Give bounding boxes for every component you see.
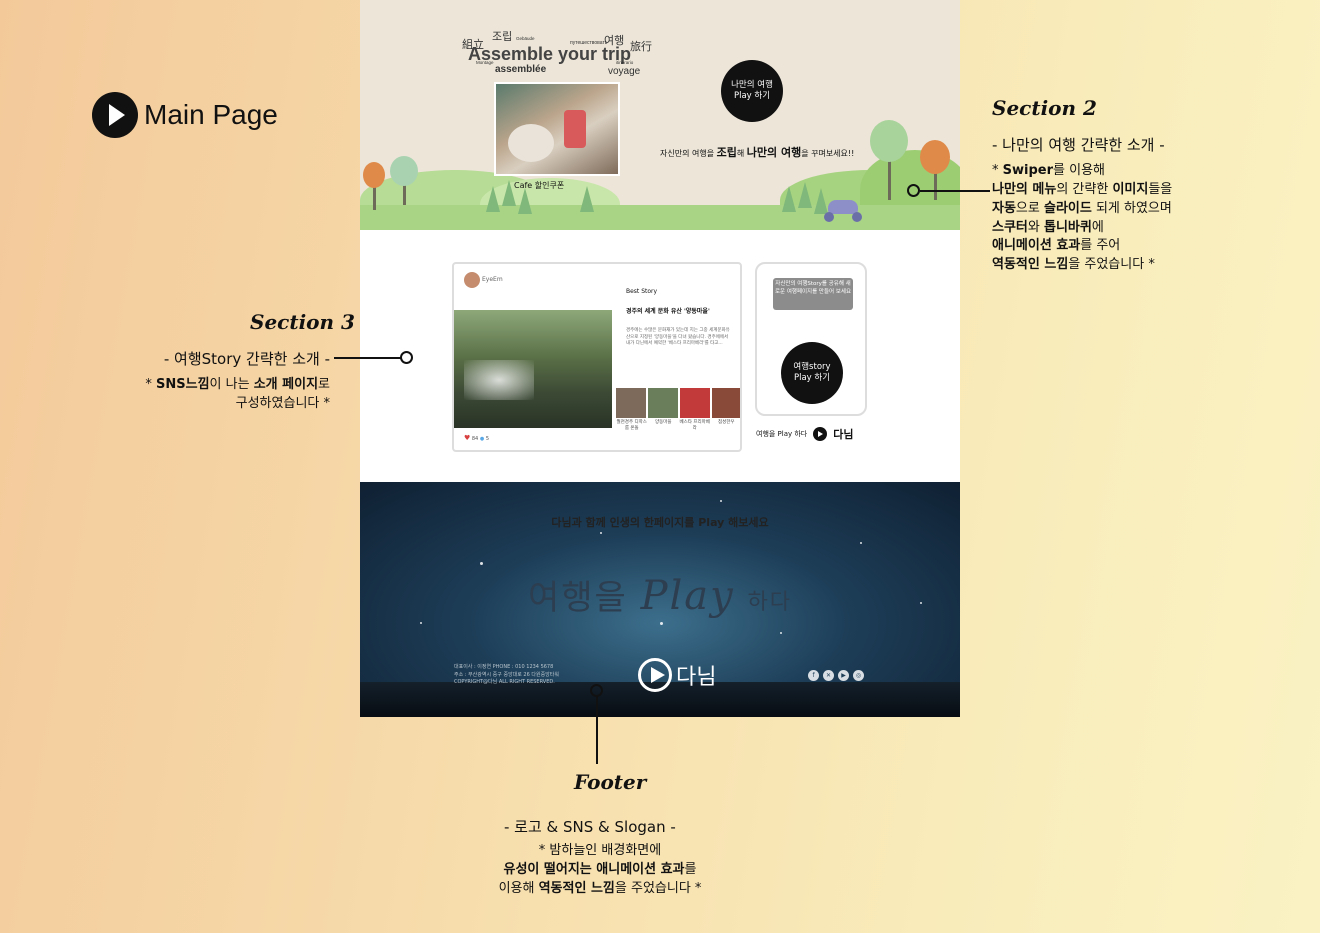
instagram-icon[interactable]: ◎ [853,670,864,681]
section3-story: EyeEm Best Story 경주의 세계 문화 유산 '양동마을' 경주에… [360,230,960,482]
facebook-icon[interactable]: f [808,670,819,681]
story-play-button[interactable]: 여행story Play 하기 [781,342,843,404]
heart-icon[interactable]: ♥ [464,434,470,442]
annotation-line: 이용해 역동적인 느낌을 주었습니다 * [498,880,702,896]
thumbnail[interactable] [648,388,678,418]
avatar [464,272,480,288]
section3-annotation-title: Section 3 [250,310,355,334]
main-page-heading: Main Page [92,92,278,138]
annotation-line: * SNS느낌이 나는 소개 페이지로 [145,377,330,392]
footer: 다님과 함께 인생의 한페이지를 Play 해보세요 여행을 Play 하다 대… [360,482,960,717]
scooter-icon [820,196,864,222]
annotation-line: * 밤하늘인 배경화면에 [538,843,662,858]
sns-links: f ✕ ▶ ◎ [808,670,864,681]
share-story-card: 자신만의 여행Story를 공유해 새로운 여행페이지를 만들어 보세요 여행s… [755,262,867,416]
village-photo [454,310,612,428]
play-logo-icon [638,658,672,692]
tree-icon [363,162,385,188]
annotation-line: 구성하였습니다 * [235,395,330,411]
section3-slogan: 여행을 Play 하다 다님 [756,427,854,441]
thumbnail-strip [616,388,740,418]
section2-annotation-subtitle: - 나만의 여행 간략한 소개 - [992,136,1165,154]
section3-annotation-text: * SNS느낌이 나는 소개 페이지로구성하였습니다 * [145,376,330,414]
annotation-line: 스쿠터와 톱니바퀴에 [992,219,1104,235]
story-headline: 경주의 세계 문화 유산 '양동마을' [626,308,710,315]
footer-annotation-subtitle: - 로고 & SNS & Slogan - [504,818,676,836]
word-cloud: 組立 조립 Assemble your trip assemblée voyag… [462,31,652,77]
play-logo-icon [92,92,138,138]
page-title: Main Page [144,99,278,130]
thumbnail[interactable] [712,388,740,418]
footer-top-text: 다님과 함께 인생의 한페이지를 Play 해보세요 [551,516,769,529]
tree-icon [390,156,418,186]
footer-slogan: 여행을 Play 하다 [527,573,793,619]
share-note: 자신만의 여행Story를 공유해 새로운 여행페이지를 만들어 보세요 [773,278,853,310]
play-logo-icon [813,427,828,441]
annotation-line: 역동적인 느낌을 주었습니다 * [992,257,1155,273]
annotation-line: 유성이 떨어지는 애니메이션 효과를 [503,861,697,877]
tree-icon [870,120,908,162]
photo-caption: Cafe 할인쿠폰 [514,181,565,190]
my-trip-play-button[interactable]: 나만의 여행 Play 하기 [721,60,783,122]
section2-hero: 組立 조립 Assemble your trip assemblée voyag… [360,0,960,230]
section2-marker [907,184,920,197]
annotation-line: 자동으로 슬라이드 되게 하였으며 [992,200,1172,216]
thumbnail-labels: 월천경주 디학스룸 온돌 양동마을 베스타 프리마베라 첨성한우 [616,420,735,431]
story-body: 경주에는 수많은 문화재가 있는데 지는 그중 세계문화유산으로 지정된 '양동… [626,328,730,347]
footer-annotation-text: * 밤하늘인 배경화면에유성이 떨어지는 애니메이션 효과를이용해 역동적인 느… [480,842,720,899]
annotation-line: 애니메이션 효과를 주어 [992,238,1121,254]
best-story-card[interactable]: EyeEm Best Story 경주의 세계 문화 유산 '양동마을' 경주에… [452,262,742,452]
section2-annotation-title: Section 2 [992,96,1097,120]
cafe-photo[interactable] [494,82,620,176]
x-icon[interactable]: ✕ [823,670,834,681]
comment-icon[interactable]: ● [480,436,484,442]
section2-annotation-text: * Swiper를 이용해나만의 메뉴의 간략한 이미지들을자동으로 슬라이드 … [992,162,1172,275]
section3-annotation-subtitle: - 여행Story 간략한 소개 - [163,350,330,368]
annotation-line: 나만의 메뉴의 간략한 이미지들을 [992,181,1173,197]
tree-icon [920,140,950,174]
footer-logo[interactable]: 다님 [638,658,716,692]
annotation-line: * Swiper를 이용해 [992,163,1105,178]
youtube-icon[interactable]: ▶ [838,670,849,681]
thumbnail[interactable] [680,388,710,418]
thumbnail[interactable] [616,388,646,418]
best-story-label: Best Story [626,288,658,295]
section3-marker [400,351,413,364]
like-count: ♥ 84 ● 5 [464,434,489,442]
section2-tagline: 자신만의 여행을 조립해 나만의 여행을 꾸며보세요!! [660,146,855,159]
company-info: 대표이사 : 이정연 PHONE : 010 1234 5678 주소 : 부산… [454,664,559,685]
website-mockup: 組立 조립 Assemble your trip assemblée voyag… [360,0,960,717]
footer-annotation-title: Footer [574,770,647,794]
card-username: EyeEm [482,276,503,283]
